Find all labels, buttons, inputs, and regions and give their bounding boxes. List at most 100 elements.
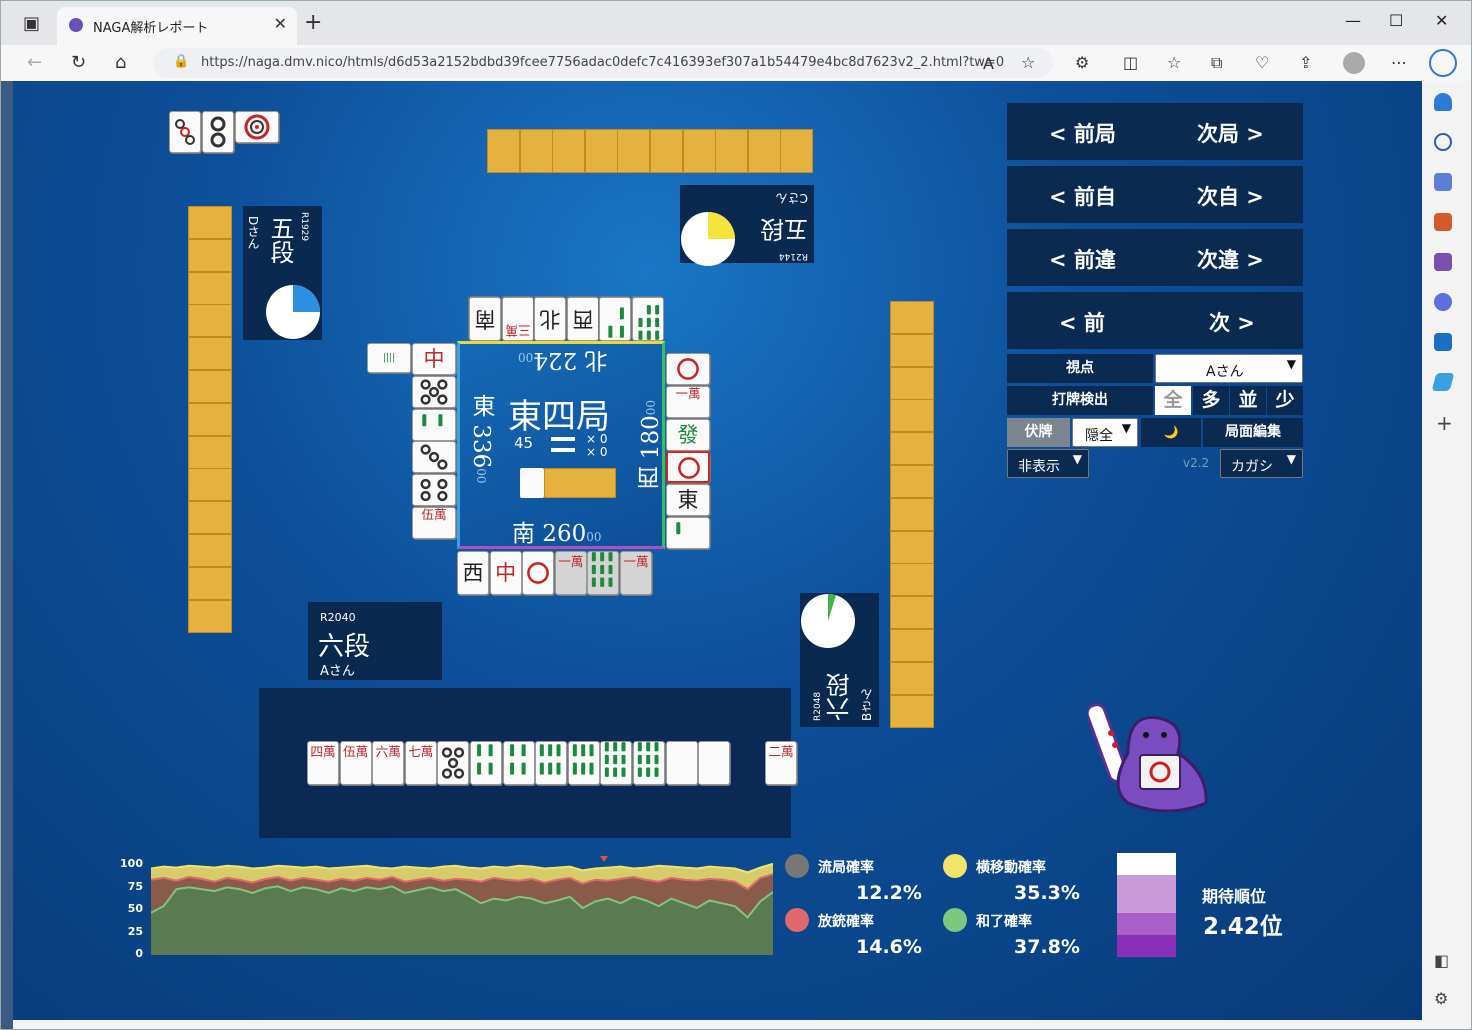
bell-icon[interactable] <box>1434 93 1452 111</box>
dead-wall <box>544 468 616 498</box>
tab-actions-icon[interactable]: ▣ <box>23 13 40 34</box>
next-round-button[interactable]: 次局 > <box>1197 118 1264 148</box>
prev-button[interactable]: < 前 <box>1059 307 1105 337</box>
hand-tile[interactable]: 七萬 <box>404 741 437 785</box>
chevron-down-icon: ▼ <box>1286 452 1296 466</box>
prev-diff-button[interactable]: < 前違 <box>1049 244 1116 274</box>
profile-icon[interactable] <box>1343 52 1365 74</box>
browser-tab[interactable]: NAGA解析レポート ✕ <box>57 7 297 45</box>
east-score: 東 336 <box>468 394 494 469</box>
hand-tile[interactable] <box>633 741 665 785</box>
ryukyoku-dot-icon <box>785 854 809 878</box>
office-icon[interactable] <box>1434 293 1452 311</box>
add-icon[interactable]: + <box>1436 411 1453 435</box>
prev-self-button[interactable]: < 前自 <box>1049 181 1116 211</box>
split-screen-icon[interactable]: ◫ <box>1123 53 1138 72</box>
discard-tile <box>666 451 710 484</box>
tab-bar: ▣ NAGA解析レポート ✕ + — ☐ ✕ <box>1 1 1471 45</box>
send-icon[interactable] <box>1431 373 1455 391</box>
outlook-icon[interactable] <box>1434 333 1452 351</box>
favorite-icon[interactable]: ☆ <box>1021 53 1035 72</box>
url-field[interactable]: 🔒 https://naga.dmv.nico/htmls/d6d53a2152… <box>153 48 1053 78</box>
hide-select[interactable]: 隠全 ▼ <box>1072 418 1138 447</box>
toolbox-icon[interactable] <box>1434 213 1452 231</box>
search-icon[interactable] <box>1434 133 1452 151</box>
close-tab-icon[interactable]: ✕ <box>274 14 287 33</box>
player-name: Dさん <box>246 216 260 250</box>
moon-icon[interactable]: 🌙 <box>1141 418 1201 447</box>
discard-tile: 北 <box>534 297 567 341</box>
hidden-tile <box>890 694 934 728</box>
desktop-edge <box>1 81 13 1029</box>
view-select[interactable]: Aさん ▼ <box>1155 354 1303 383</box>
url-text: https://naga.dmv.nico/htmls/d6d53a2152bd… <box>201 55 1005 70</box>
hand-tile[interactable]: 二萬 <box>765 741 797 785</box>
hidden-tile <box>890 629 934 662</box>
next-diff-button[interactable]: 次違 > <box>1197 244 1264 274</box>
hand-tile[interactable] <box>502 741 535 785</box>
hand-tile[interactable] <box>698 741 731 785</box>
naga-board: R2144 五段 Cさん R1929 五段 Dさん R2048 六段 Bさん R… <box>13 81 1422 1020</box>
agari-label: 和了確率 <box>976 914 1032 930</box>
favorites-icon[interactable]: ☆ <box>1167 53 1181 72</box>
east-score-sub: 00 <box>474 468 488 484</box>
detect-option-many[interactable]: 多 <box>1193 386 1229 415</box>
hand-tile[interactable]: 六萬 <box>372 741 405 785</box>
hidden-tile <box>188 370 232 403</box>
hidden-tile <box>188 206 232 239</box>
probability-chart-plot <box>151 862 773 955</box>
copilot-icon[interactable] <box>1429 49 1457 77</box>
hand-tile[interactable]: 四萬 <box>307 741 339 785</box>
self-nav: < 前自 次自 > <box>1007 166 1303 223</box>
hidden-tile <box>552 129 586 173</box>
sidebar-toggle-icon[interactable]: ◧ <box>1434 951 1449 970</box>
home-icon[interactable]: ⌂ <box>115 52 126 73</box>
hand-tile[interactable] <box>567 741 600 785</box>
hidden-tile <box>188 566 232 600</box>
hand-tile[interactable] <box>665 741 698 785</box>
maximize-icon[interactable]: ☐ <box>1389 11 1403 30</box>
discard-tile <box>599 297 632 341</box>
hand-tile[interactable] <box>535 741 568 785</box>
hand-tile[interactable] <box>470 741 502 785</box>
new-tab-icon[interactable]: + <box>304 10 322 35</box>
hand-tile[interactable]: 伍萬 <box>339 741 372 785</box>
hidden-tile <box>747 129 781 173</box>
share-icon[interactable]: ⇪ <box>1299 53 1312 72</box>
settings-icon[interactable]: ⚙ <box>1434 989 1448 1008</box>
next-self-button[interactable]: 次自 > <box>1197 181 1264 211</box>
player-panel-top: R2144 五段 Cさん <box>680 185 814 266</box>
display-select[interactable]: 非表示 ▼ <box>1007 449 1089 478</box>
west-score: 西 180 <box>638 415 664 490</box>
hand-tile[interactable] <box>600 741 633 785</box>
refresh-icon[interactable]: ↻ <box>71 52 86 73</box>
next-button[interactable]: 次 > <box>1209 307 1255 337</box>
detect-option-all[interactable]: 全 <box>1155 386 1191 415</box>
minimize-icon[interactable]: — <box>1345 11 1361 30</box>
discard-tile <box>412 408 456 441</box>
discard-tile: 一萬 <box>620 551 652 595</box>
read-aloud-icon[interactable]: A <box>983 54 994 73</box>
edit-position-button[interactable]: 局面編集 <box>1203 418 1303 447</box>
hide-tiles-button[interactable]: 伏牌 <box>1007 418 1070 447</box>
collections-icon[interactable]: ⧉ <box>1211 53 1222 73</box>
hidden-tile <box>890 399 934 433</box>
tag-icon[interactable] <box>1434 173 1452 191</box>
menu-icon[interactable]: ⋯ <box>1391 53 1407 72</box>
dora-tile <box>202 111 234 153</box>
hidden-tile <box>188 435 232 469</box>
games-icon[interactable] <box>1434 253 1452 271</box>
discard-tile <box>632 297 664 341</box>
hand-tile[interactable] <box>437 741 470 785</box>
y-tick-label: 50 <box>127 902 143 915</box>
riichi-stick-icon <box>551 448 575 452</box>
health-icon[interactable]: ♡ <box>1255 53 1269 72</box>
close-window-icon[interactable]: ✕ <box>1435 11 1448 30</box>
discard-tile <box>587 551 620 595</box>
prev-round-button[interactable]: < 前局 <box>1049 118 1116 148</box>
back-icon[interactable]: ← <box>27 52 42 73</box>
detect-option-few[interactable]: 少 <box>1267 386 1303 415</box>
extensions-icon[interactable]: ⚙ <box>1075 53 1089 72</box>
detect-option-normal[interactable]: 並 <box>1230 386 1266 415</box>
kana-select[interactable]: カガシ ▼ <box>1220 449 1303 478</box>
